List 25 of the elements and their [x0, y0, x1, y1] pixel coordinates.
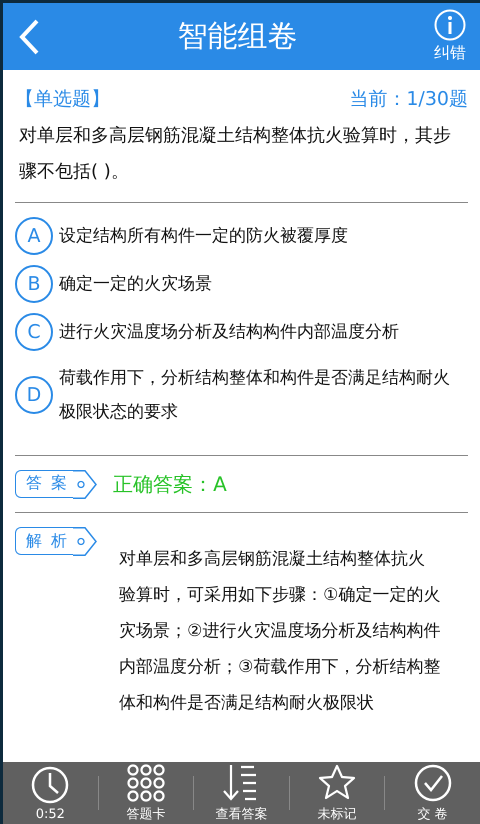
option-letter[interactable]: D: [15, 376, 53, 414]
explanation-text: 对单层和多高层钢筋混凝土结构整体抗火验算时，可采用如下步骤：①确定一定的火灾场景；②进行火灾温度场分析及结构构件内部温度分析；③荷载作用下，分析结构整体和构件是否满足结构耐火极限状: [119, 548, 442, 715]
tag-point-icon: [73, 470, 100, 498]
question-type: 【单选题】: [15, 87, 110, 112]
grid-dots-icon: [126, 763, 166, 803]
option-letter[interactable]: B: [15, 265, 53, 303]
page-title: 智能组卷: [178, 18, 298, 56]
toolbar-button[interactable]: 0:52: [3, 762, 98, 824]
toolbar-button[interactable]: 答题卡: [98, 762, 194, 824]
option-letter[interactable]: C: [15, 313, 53, 351]
toolbar-button[interactable]: 未标记: [290, 762, 384, 824]
option-text[interactable]: 荷载作用下，分析结构整体和构件是否满足结构耐火极限状态的要求: [59, 361, 460, 429]
toolbar-button[interactable]: 查看答案: [194, 762, 289, 824]
check-circle-icon: [412, 763, 453, 803]
option-text[interactable]: 进行火灾温度场分析及结构构件内部温度分析: [59, 315, 399, 349]
clock-icon: [30, 764, 70, 804]
tag-point-icon: [73, 527, 100, 556]
option-text[interactable]: 设定结构所有构件一定的防火被覆厚度: [59, 219, 348, 253]
answer-tag: 答 案: [15, 470, 74, 498]
explanation-tag: 解 析: [15, 527, 74, 555]
option-letter[interactable]: A: [15, 217, 53, 255]
question-text: 对单层和多高层钢筋混凝土结构整体抗火验算时，其步骤不包括( )。: [19, 124, 451, 184]
correct-answer: 正确答案：A: [113, 470, 227, 498]
option-text[interactable]: 确定一定的火灾场景: [59, 267, 212, 301]
toolbar-button[interactable]: 交 卷: [385, 762, 480, 824]
